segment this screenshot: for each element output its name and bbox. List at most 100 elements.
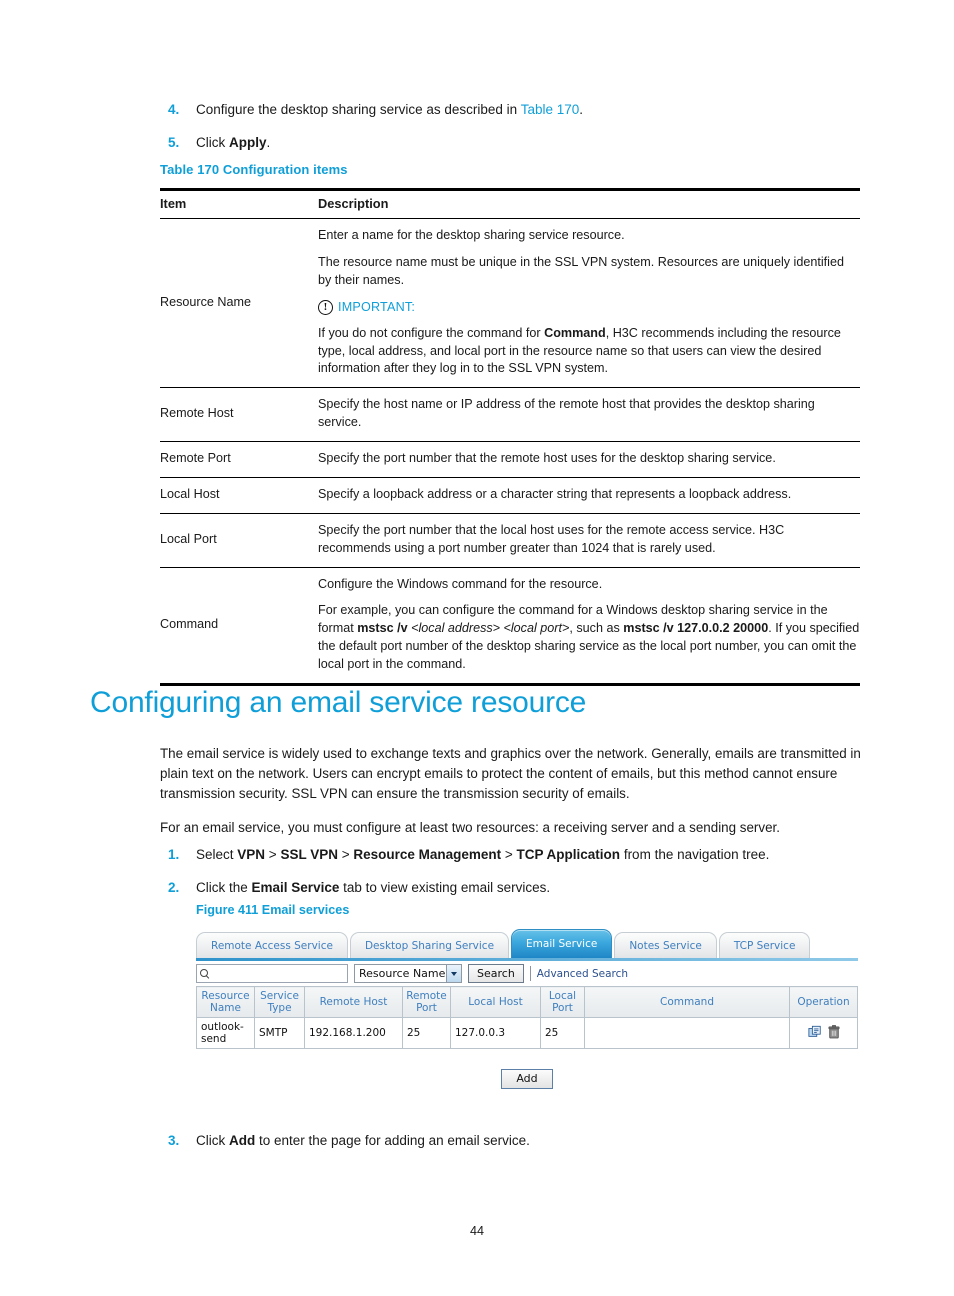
exclamation-circle-icon: ! <box>318 300 333 316</box>
important-note-header: ! IMPORTANT: <box>318 299 860 317</box>
nav-sep: > <box>265 847 281 862</box>
grid-header-service-type[interactable]: Service Type <box>254 985 305 1019</box>
step-5-number: 5. <box>168 134 180 150</box>
step-4: 4. Configure the desktop sharing service… <box>160 100 860 120</box>
desc-paragraph: Specify the port number that the remote … <box>318 451 776 466</box>
table-caption: Table 170 Configuration items <box>160 162 348 177</box>
page-number: 44 <box>469 1224 484 1238</box>
note-bold-command: Command <box>544 325 606 340</box>
step-4-text: Configure the desktop sharing service as… <box>196 100 860 120</box>
cmd-bold-mstsc: mstsc /v <box>357 621 408 636</box>
search-button[interactable]: Search <box>468 964 524 983</box>
step-1: 1. Select VPN > SSL VPN > Resource Manag… <box>160 845 866 865</box>
desc-paragraph: Specify the host name or IP address of t… <box>318 397 815 430</box>
document-page: 4. Configure the desktop sharing service… <box>0 0 954 1296</box>
desc-paragraph: Configure the Windows command for the re… <box>318 576 603 591</box>
configuration-table-header-row: Item Description <box>160 187 860 220</box>
nav-sep: > <box>501 847 517 862</box>
step-3: 3. Click Add to enter the page for addin… <box>160 1131 866 1151</box>
configuration-table-head: Item Description <box>160 187 860 220</box>
grid-header-remote-port[interactable]: Remote Port <box>402 985 451 1019</box>
cell-local-host: 127.0.0.3 <box>450 1017 541 1050</box>
grid-header-remote-host[interactable]: Remote Host <box>304 985 403 1019</box>
toolbar-divider <box>529 966 531 981</box>
step-5-text-before: Click <box>196 134 229 150</box>
nav-resource-management: Resource Management <box>353 847 502 862</box>
add-button-row: Add <box>196 1049 858 1089</box>
important-label: IMPORTANT: <box>338 299 416 314</box>
email-service-tab-label: Email Service <box>251 879 340 895</box>
apply-button-label: Apply <box>229 134 267 150</box>
grid-header-command[interactable]: Command <box>584 985 790 1019</box>
row-item-local-port: Local Port <box>160 513 318 568</box>
step-4-number: 4. <box>168 102 180 117</box>
tab-desktop-sharing-service[interactable]: Desktop Sharing Service <box>349 932 510 958</box>
search-input[interactable] <box>196 964 348 983</box>
tab-tcp-service[interactable]: TCP Service <box>718 932 811 958</box>
table-row: Local Host Specify a loopback address or… <box>160 477 860 514</box>
intro-paragraph-2: For an email service, you must configure… <box>160 820 780 835</box>
steps-bottom-list: 3. Click Add to enter the page for addin… <box>160 1131 866 1151</box>
search-toolbar: Resource Name Search Advanced Search <box>196 961 858 986</box>
tab-remote-access-service[interactable]: Remote Access Service <box>196 932 348 958</box>
search-field-select[interactable]: Resource Name <box>354 964 462 983</box>
edit-icon[interactable] <box>807 1025 822 1039</box>
step-5: 5. Click Apply. <box>160 133 860 153</box>
magnifier-icon <box>200 969 209 978</box>
nav-tcp-application: TCP Application <box>516 847 621 862</box>
step-5-text: Click Apply. <box>196 133 860 153</box>
important-note-body: If you do not configure the command for … <box>318 325 860 379</box>
cell-operation <box>789 1017 858 1050</box>
tab-email-service[interactable]: Email Service <box>511 929 613 958</box>
desc-paragraph: Specify the port number that the local h… <box>318 522 785 555</box>
grid-header-resource-name[interactable]: Resource Name <box>196 985 255 1019</box>
cell-remote-host: 192.168.1.200 <box>304 1017 403 1050</box>
intro-paragraph-1: The email service is widely used to exch… <box>160 746 861 801</box>
nav-ssl-vpn: SSL VPN <box>280 847 338 862</box>
grid-header-operation: Operation <box>789 985 858 1019</box>
table-row: Remote Host Specify the host name or IP … <box>160 387 860 443</box>
step-2-number: 2. <box>168 879 180 895</box>
step-3-text: Click Add to enter the page for adding a… <box>196 1131 866 1151</box>
email-services-header-row: Resource Name Service Type Remote Host R… <box>196 985 858 1019</box>
grid-header-local-port[interactable]: Local Port <box>540 985 585 1019</box>
delete-icon[interactable] <box>828 1024 840 1039</box>
step-1-number: 1. <box>168 847 180 862</box>
table-row: Remote Port Specify the port number that… <box>160 441 860 478</box>
configuration-table: Item Description Resource Name Enter a n… <box>160 187 860 686</box>
table-170-link[interactable]: Table 170 <box>521 102 580 117</box>
step-4-text-after: . <box>579 102 584 117</box>
tab-notes-service[interactable]: Notes Service <box>614 932 717 958</box>
cell-local-port: 25 <box>540 1017 585 1050</box>
row-item-resource-name: Resource Name <box>160 218 318 389</box>
add-button[interactable]: Add <box>501 1068 553 1089</box>
step-2-text: Click the Email Service tab to view exis… <box>196 878 866 898</box>
col-header-description: Description <box>318 187 860 220</box>
row-desc-remote-port: Specify the port number that the remote … <box>318 441 860 478</box>
note-text: If you do not configure the command for <box>318 325 545 340</box>
row-desc-command: Configure the Windows command for the re… <box>318 567 860 686</box>
steps-mid-list: 1. Select VPN > SSL VPN > Resource Manag… <box>160 845 866 897</box>
chevron-down-icon <box>446 965 461 982</box>
step-1-text-tail: from the navigation tree. <box>620 847 770 862</box>
row-item-remote-host: Remote Host <box>160 387 318 443</box>
advanced-search-link[interactable]: Advanced Search <box>537 968 628 980</box>
cmd-bold-example: mstsc /v 127.0.0.2 20000 <box>623 621 769 636</box>
row-item-local-host: Local Host <box>160 477 318 514</box>
row-item-remote-port: Remote Port <box>160 441 318 478</box>
table-row: Command Configure the Windows command fo… <box>160 567 860 686</box>
desc-paragraph: The resource name must be unique in the … <box>318 255 844 287</box>
step-3-text-tail: to enter the page for adding an email se… <box>255 1133 530 1148</box>
email-services-table-body: outlook-send SMTP 192.168.1.200 25 127.0… <box>196 1017 858 1050</box>
figure-caption: Figure 411 Email services <box>196 903 350 917</box>
table-row: Resource Name Enter a name for the deskt… <box>160 218 860 389</box>
step-3-number: 3. <box>168 1133 180 1148</box>
page-title: Configuring an email service resource <box>90 686 587 719</box>
email-services-table: Resource Name Service Type Remote Host R… <box>196 985 858 1050</box>
cell-resource-name: outlook-send <box>196 1017 255 1050</box>
cmd-text: , such as <box>569 621 624 636</box>
embedded-screenshot: Remote Access Service Desktop Sharing Se… <box>196 928 858 1089</box>
cell-service-type: SMTP <box>254 1017 305 1050</box>
grid-header-local-host[interactable]: Local Host <box>450 985 541 1019</box>
row-desc-local-host: Specify a loopback address or a characte… <box>318 477 860 514</box>
